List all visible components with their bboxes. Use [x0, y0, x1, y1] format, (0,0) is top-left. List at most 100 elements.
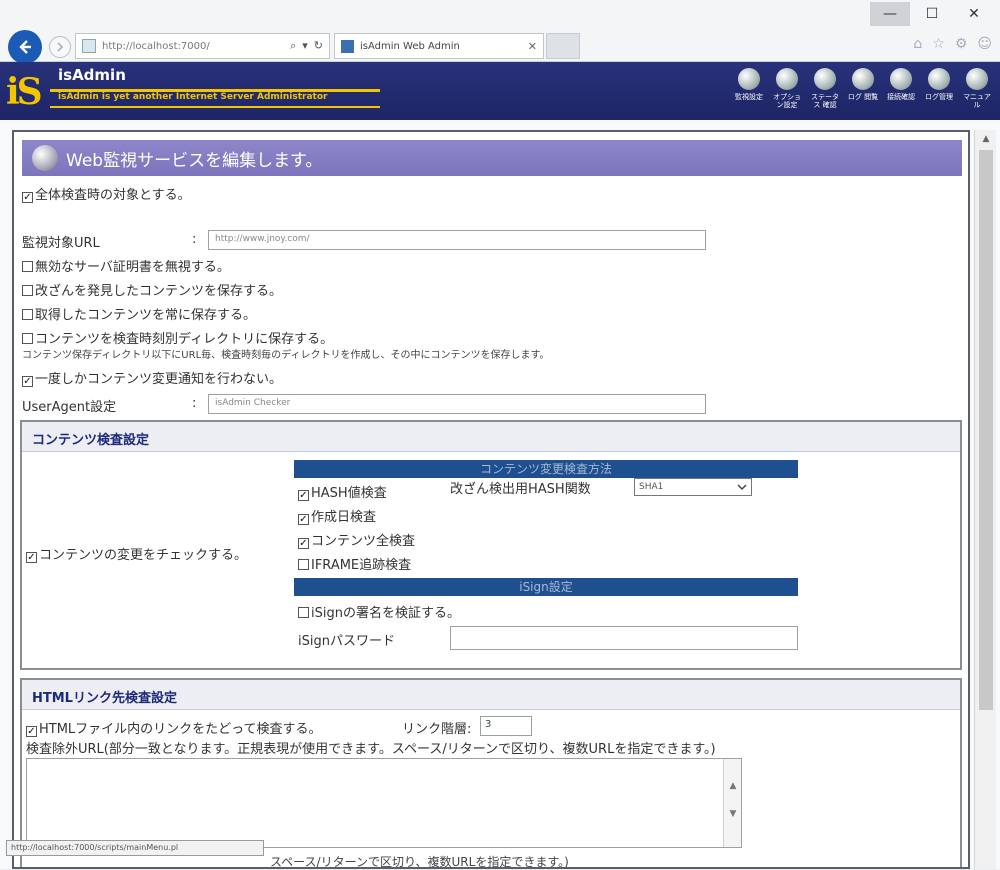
connect-icon: [890, 68, 912, 90]
sign-verify-row: iSignの署名を検証する。: [298, 602, 460, 621]
notify-once-label: 一度しかコンテンツ変更通知を行わない。: [35, 372, 283, 387]
app-header: iS isAdmin isAdmin is yet another Intern…: [0, 62, 1000, 120]
date-check-row: ✓ 作成日検査: [298, 506, 376, 525]
check-changes-checkbox[interactable]: ✓: [26, 552, 37, 563]
nav-status[interactable]: ステータス 確認: [808, 64, 842, 109]
smiley-icon[interactable]: ☺: [977, 36, 992, 52]
address-url[interactable]: http://localhost:7000/: [102, 41, 290, 52]
header-rule-lower: [50, 106, 380, 108]
app-subtitle: isAdmin is yet another Internet Server A…: [58, 92, 328, 102]
useragent-separator: :: [192, 396, 197, 411]
full-check-checkbox[interactable]: ✓: [298, 538, 309, 549]
save-dir-checkbox[interactable]: [22, 333, 33, 344]
back-button[interactable]: [8, 30, 42, 64]
nav-label: 監視設定: [735, 93, 763, 101]
browser-tab[interactable]: isAdmin Web Admin ✕: [334, 33, 544, 59]
maximize-button[interactable]: ☐: [912, 2, 952, 26]
url-separator: :: [192, 232, 197, 247]
sign-verify-checkbox[interactable]: [298, 607, 309, 618]
sign-verify-label: iSignの署名を検証する。: [311, 606, 460, 621]
app-title: isAdmin: [58, 66, 126, 84]
iframe-check-row: IFRAME追跡検査: [298, 554, 411, 573]
nav-label: ログ管理: [925, 93, 953, 101]
address-tools: ⌕ ▾ ↻: [290, 39, 329, 53]
favicon-icon: [341, 39, 354, 53]
link-depth-input[interactable]: 3: [480, 716, 532, 736]
arrow-left-icon: [19, 40, 31, 54]
log-icon: [852, 68, 874, 90]
save-tampered-checkbox[interactable]: [22, 285, 33, 296]
save-dir-note: コンテンツ保存ディレクトリ以下にURL毎、検査時刻毎のディレクトリを作成し、その…: [22, 350, 550, 361]
globe-icon: [32, 145, 58, 171]
scroll-down-icon[interactable]: ▼: [724, 809, 742, 819]
save-dir-label: コンテンツを検査時刻別ディレクトリに保存する。: [35, 332, 334, 347]
log-manage-icon: [928, 68, 950, 90]
browser-toolbar: ⌂ ☆ ⚙ ☺: [913, 36, 992, 52]
hash-algo-value: SHA1: [639, 482, 664, 492]
tab-close-icon[interactable]: ✕: [528, 40, 543, 53]
sign-password-label: iSignパスワード: [298, 634, 395, 649]
new-tab-button[interactable]: [546, 33, 580, 59]
textarea-scrollbar[interactable]: ▲ ▼: [723, 759, 741, 847]
nav-connect-check[interactable]: 接続確認: [884, 64, 918, 109]
nav-log-manage[interactable]: ログ管理: [922, 64, 956, 109]
check-method-band: コンテンツ変更検査方法: [294, 460, 798, 478]
notify-once-checkbox[interactable]: ✓: [22, 376, 33, 387]
save-always-checkbox[interactable]: [22, 309, 33, 320]
nav-label: 接続確認: [887, 93, 915, 101]
hash-check-label: HASH値検査: [311, 486, 387, 501]
window-controls: — ☐ ✕: [870, 2, 994, 26]
follow-links-row: ✓ HTMLファイル内のリンクをたどって検査する。: [26, 718, 322, 737]
minimize-button[interactable]: —: [870, 2, 910, 26]
ignore-cert-checkbox[interactable]: [22, 261, 33, 272]
date-check-checkbox[interactable]: ✓: [298, 514, 309, 525]
hash-check-checkbox[interactable]: ✓: [298, 490, 309, 501]
nav-manual[interactable]: マニュアル: [960, 64, 994, 109]
edit-panel: Web監視サービスを編集します。 ✓ 全体検査時の対象とする。 監視対象URL :…: [12, 130, 970, 869]
scroll-up-icon[interactable]: ▲: [724, 781, 742, 791]
dropdown-icon[interactable]: ▾: [302, 39, 308, 53]
iframe-check-label: IFRAME追跡検査: [311, 558, 412, 573]
search-icon[interactable]: ⌕: [290, 39, 296, 53]
global-check-checkbox[interactable]: ✓: [22, 192, 33, 203]
follow-links-checkbox[interactable]: ✓: [26, 726, 37, 737]
monitor-icon: [738, 68, 760, 90]
address-bar[interactable]: http://localhost:7000/ ⌕ ▾ ↻: [75, 33, 330, 59]
bottom-partial-text: スペース/リターンで区切り、複数URLを指定できます。): [270, 855, 569, 869]
content-check-title: コンテンツ検査設定: [22, 422, 960, 452]
url-label: 監視対象URL: [22, 236, 100, 251]
scroll-up-icon[interactable]: ▲: [975, 130, 997, 148]
chevron-down-icon: [737, 484, 747, 491]
save-always-row: 取得したコンテンツを常に保存する。: [22, 304, 256, 323]
forward-button[interactable]: [49, 36, 71, 58]
iframe-check-checkbox[interactable]: [298, 559, 309, 570]
notify-once-row: ✓ 一度しかコンテンツ変更通知を行わない。: [22, 368, 282, 387]
app-logo: iS: [6, 71, 43, 113]
content-check-fieldset: コンテンツ検査設定 ✓ コンテンツの変更をチェックする。 コンテンツ変更検査方法 …: [20, 420, 962, 670]
page-heading: Web監視サービスを編集します。: [22, 140, 962, 176]
nav-log-view[interactable]: ログ 閲覧: [846, 64, 880, 109]
status-url-tooltip: http://localhost:7000/scripts/mainMenu.p…: [6, 840, 264, 856]
nav-option-settings[interactable]: オプション設定: [770, 64, 804, 109]
scroll-thumb[interactable]: [979, 150, 993, 710]
settings-icon[interactable]: ⚙: [955, 36, 968, 52]
sign-password-input[interactable]: [450, 626, 798, 650]
page-scrollbar[interactable]: ▲: [974, 130, 996, 869]
close-window-button[interactable]: ✕: [954, 2, 994, 26]
link-depth-label: リンク階層:: [402, 722, 472, 737]
exclude-url-textarea[interactable]: ▲ ▼: [26, 758, 742, 848]
status-icon: [814, 68, 836, 90]
date-check-label: 作成日検査: [311, 510, 377, 525]
useragent-input[interactable]: isAdmin Checker: [208, 394, 706, 414]
hash-check-row: ✓ HASH値検査: [298, 482, 387, 501]
home-icon[interactable]: ⌂: [913, 36, 922, 52]
hash-algo-select[interactable]: SHA1: [634, 478, 752, 496]
nav-monitor-settings[interactable]: 監視設定: [732, 64, 766, 109]
check-changes-row: ✓ コンテンツの変更をチェックする。: [26, 544, 247, 563]
save-dir-row: コンテンツを検査時刻別ディレクトリに保存する。: [22, 328, 333, 347]
isign-band: iSign設定: [294, 578, 798, 596]
star-icon[interactable]: ☆: [932, 36, 945, 52]
refresh-icon[interactable]: ↻: [314, 39, 323, 53]
monitor-url-input[interactable]: http://www.jnoy.com/: [208, 230, 706, 250]
link-check-title: HTMLリンク先検査設定: [22, 680, 960, 710]
